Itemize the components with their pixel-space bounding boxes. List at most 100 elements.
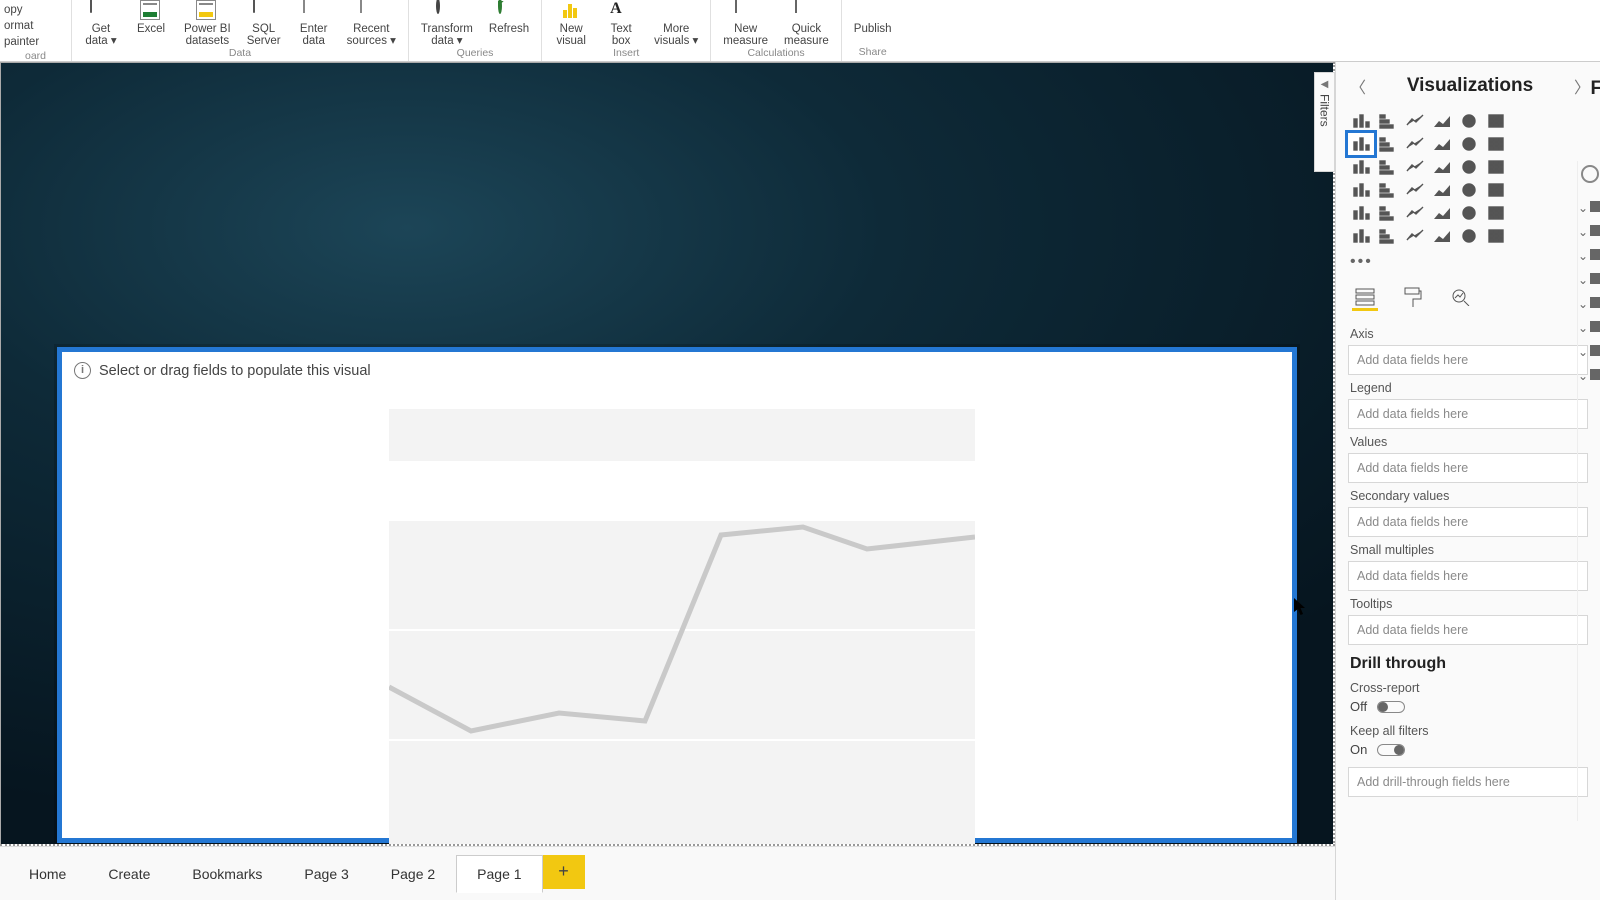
add-page-button[interactable]: + [543,855,585,889]
new-visual-button[interactable]: New visual [548,0,594,47]
well-legend[interactable]: Add data fields here [1348,399,1588,429]
page-tab-bookmarks[interactable]: Bookmarks [171,855,283,893]
cross-report-toggle[interactable] [1377,701,1405,713]
page-tab-home[interactable]: Home [8,855,87,893]
viz-line-clustered[interactable] [1429,133,1455,155]
well-label-legend: Legend [1350,381,1586,395]
viz-stacked-bar[interactable] [1348,110,1374,132]
field-table-8[interactable]: ⌄ [1578,369,1600,383]
well-label-sec-values: Secondary values [1350,489,1586,503]
expand-fields-icon[interactable]: 〉 [1574,74,1590,98]
refresh-icon [498,0,502,14]
recent-sources-button[interactable]: Recent sources ▾ [341,0,402,47]
format-tab[interactable] [1400,285,1426,311]
page-tab-page1[interactable]: Page 1 [456,855,542,893]
well-axis[interactable]: Add data fields here [1348,345,1588,375]
page-tabs: HomeCreateBookmarksPage 3Page 2Page 1+ [0,846,1335,900]
format-painter-fragment[interactable]: ormat painter [4,18,67,50]
viz-r-visual[interactable] [1483,202,1509,224]
viz-line-stacked[interactable] [1456,133,1482,155]
field-table-6[interactable]: ⌄ [1578,321,1600,335]
powerbi-datasets-button[interactable]: Power BI datasets [178,0,237,47]
search-icon[interactable] [1581,165,1599,183]
well-small-mult[interactable]: Add data fields here [1348,561,1588,591]
viz-stacked-column[interactable] [1402,110,1428,132]
excel-button[interactable]: Excel [128,0,174,47]
report-stage: i Select or drag fields to populate this… [0,62,1335,846]
new-measure-button[interactable]: New measure [717,0,774,47]
viz-treemap[interactable] [1483,156,1509,178]
viz-100-bar[interactable] [1456,110,1482,132]
report-page[interactable]: i Select or drag fields to populate this… [0,62,1335,846]
viz-qna[interactable] [1429,225,1455,247]
viz-line[interactable] [1348,133,1374,155]
textbox-icon: A [610,0,632,22]
well-tooltips[interactable]: Add data fields here [1348,615,1588,645]
field-table-4[interactable]: ⌄ [1578,273,1600,287]
viz-matrix[interactable] [1456,202,1482,224]
drill-through-header: Drill through [1350,655,1586,673]
expand-filters-icon[interactable]: ◀ [1321,79,1329,90]
copy-fragment[interactable]: opy [4,2,67,18]
viz-map[interactable] [1348,179,1374,201]
field-table-3[interactable]: ⌄ [1578,249,1600,263]
well-sec-values[interactable]: Add data fields here [1348,507,1588,537]
enter-data-button[interactable]: Enter data [291,0,337,47]
viz-gauge[interactable] [1456,179,1482,201]
viz-waterfall[interactable] [1348,156,1374,178]
drill-through-well[interactable]: Add drill-through fields here [1348,767,1588,797]
viz-multi-card[interactable] [1348,202,1374,224]
viz-paginated[interactable] [1483,225,1509,247]
viz-card[interactable] [1483,179,1509,201]
publish-button[interactable]: Publish [848,0,898,35]
field-table-5[interactable]: ⌄ [1578,297,1600,311]
insert-caption: Insert [613,47,639,62]
viz-filled-map[interactable] [1375,179,1401,201]
field-table-2[interactable]: ⌄ [1578,225,1600,239]
fields-well-tab[interactable] [1352,285,1378,311]
viz-100-column[interactable] [1483,110,1509,132]
sql-server-button[interactable]: SQL Server [241,0,287,47]
viz-donut[interactable] [1456,156,1482,178]
refresh-button[interactable]: Refresh [483,0,535,47]
transform-icon [436,0,440,14]
text-box-button[interactable]: A Text box [598,0,644,47]
viz-pie[interactable] [1429,156,1455,178]
viz-shape-map[interactable] [1402,179,1428,201]
viz-smart-narrative[interactable] [1456,225,1482,247]
field-table-7[interactable]: ⌄ [1578,345,1600,359]
get-data-button[interactable]: Get data ▾ [78,0,124,47]
clipboard-group-fragment: opy ormat painter oard [0,0,72,61]
page-tab-page2[interactable]: Page 2 [370,855,456,893]
viz-decomp-tree[interactable] [1402,225,1428,247]
field-wells: AxisAdd data fields hereLegendAdd data f… [1336,321,1600,900]
viz-funnel[interactable] [1375,156,1401,178]
quick-measure-icon [795,0,797,13]
page-tab-page3[interactable]: Page 3 [283,855,369,893]
well-label-small-mult: Small multiples [1350,543,1586,557]
viz-clustered-bar[interactable] [1375,110,1401,132]
viz-clustered-column[interactable] [1429,110,1455,132]
well-values[interactable]: Add data fields here [1348,453,1588,483]
more-viz-ellipsis[interactable]: ••• [1336,251,1600,279]
page-tab-create[interactable]: Create [87,855,171,893]
more-visuals-button[interactable]: More visuals ▾ [648,0,704,47]
viz-ribbon[interactable] [1483,133,1509,155]
collapse-viz-icon[interactable]: 〈 [1350,74,1366,98]
viz-key-influencers[interactable] [1375,225,1401,247]
quick-measure-button[interactable]: Quick measure [778,0,835,47]
viz-area[interactable] [1375,133,1401,155]
transform-data-button[interactable]: Transform data ▾ [415,0,479,47]
field-table-1[interactable]: ⌄ [1578,201,1600,215]
viz-python[interactable] [1348,225,1374,247]
viz-slicer[interactable] [1402,202,1428,224]
viz-azure-map[interactable] [1429,179,1455,201]
viz-table[interactable] [1429,202,1455,224]
line-chart-visual[interactable]: i Select or drag fields to populate this… [57,347,1297,843]
filters-pane-collapsed[interactable]: ◀ Filters [1314,72,1335,172]
viz-scatter[interactable] [1402,156,1428,178]
keep-filters-toggle[interactable] [1377,744,1405,756]
viz-stacked-area[interactable] [1402,133,1428,155]
analytics-tab[interactable] [1448,285,1474,311]
viz-kpi[interactable] [1375,202,1401,224]
